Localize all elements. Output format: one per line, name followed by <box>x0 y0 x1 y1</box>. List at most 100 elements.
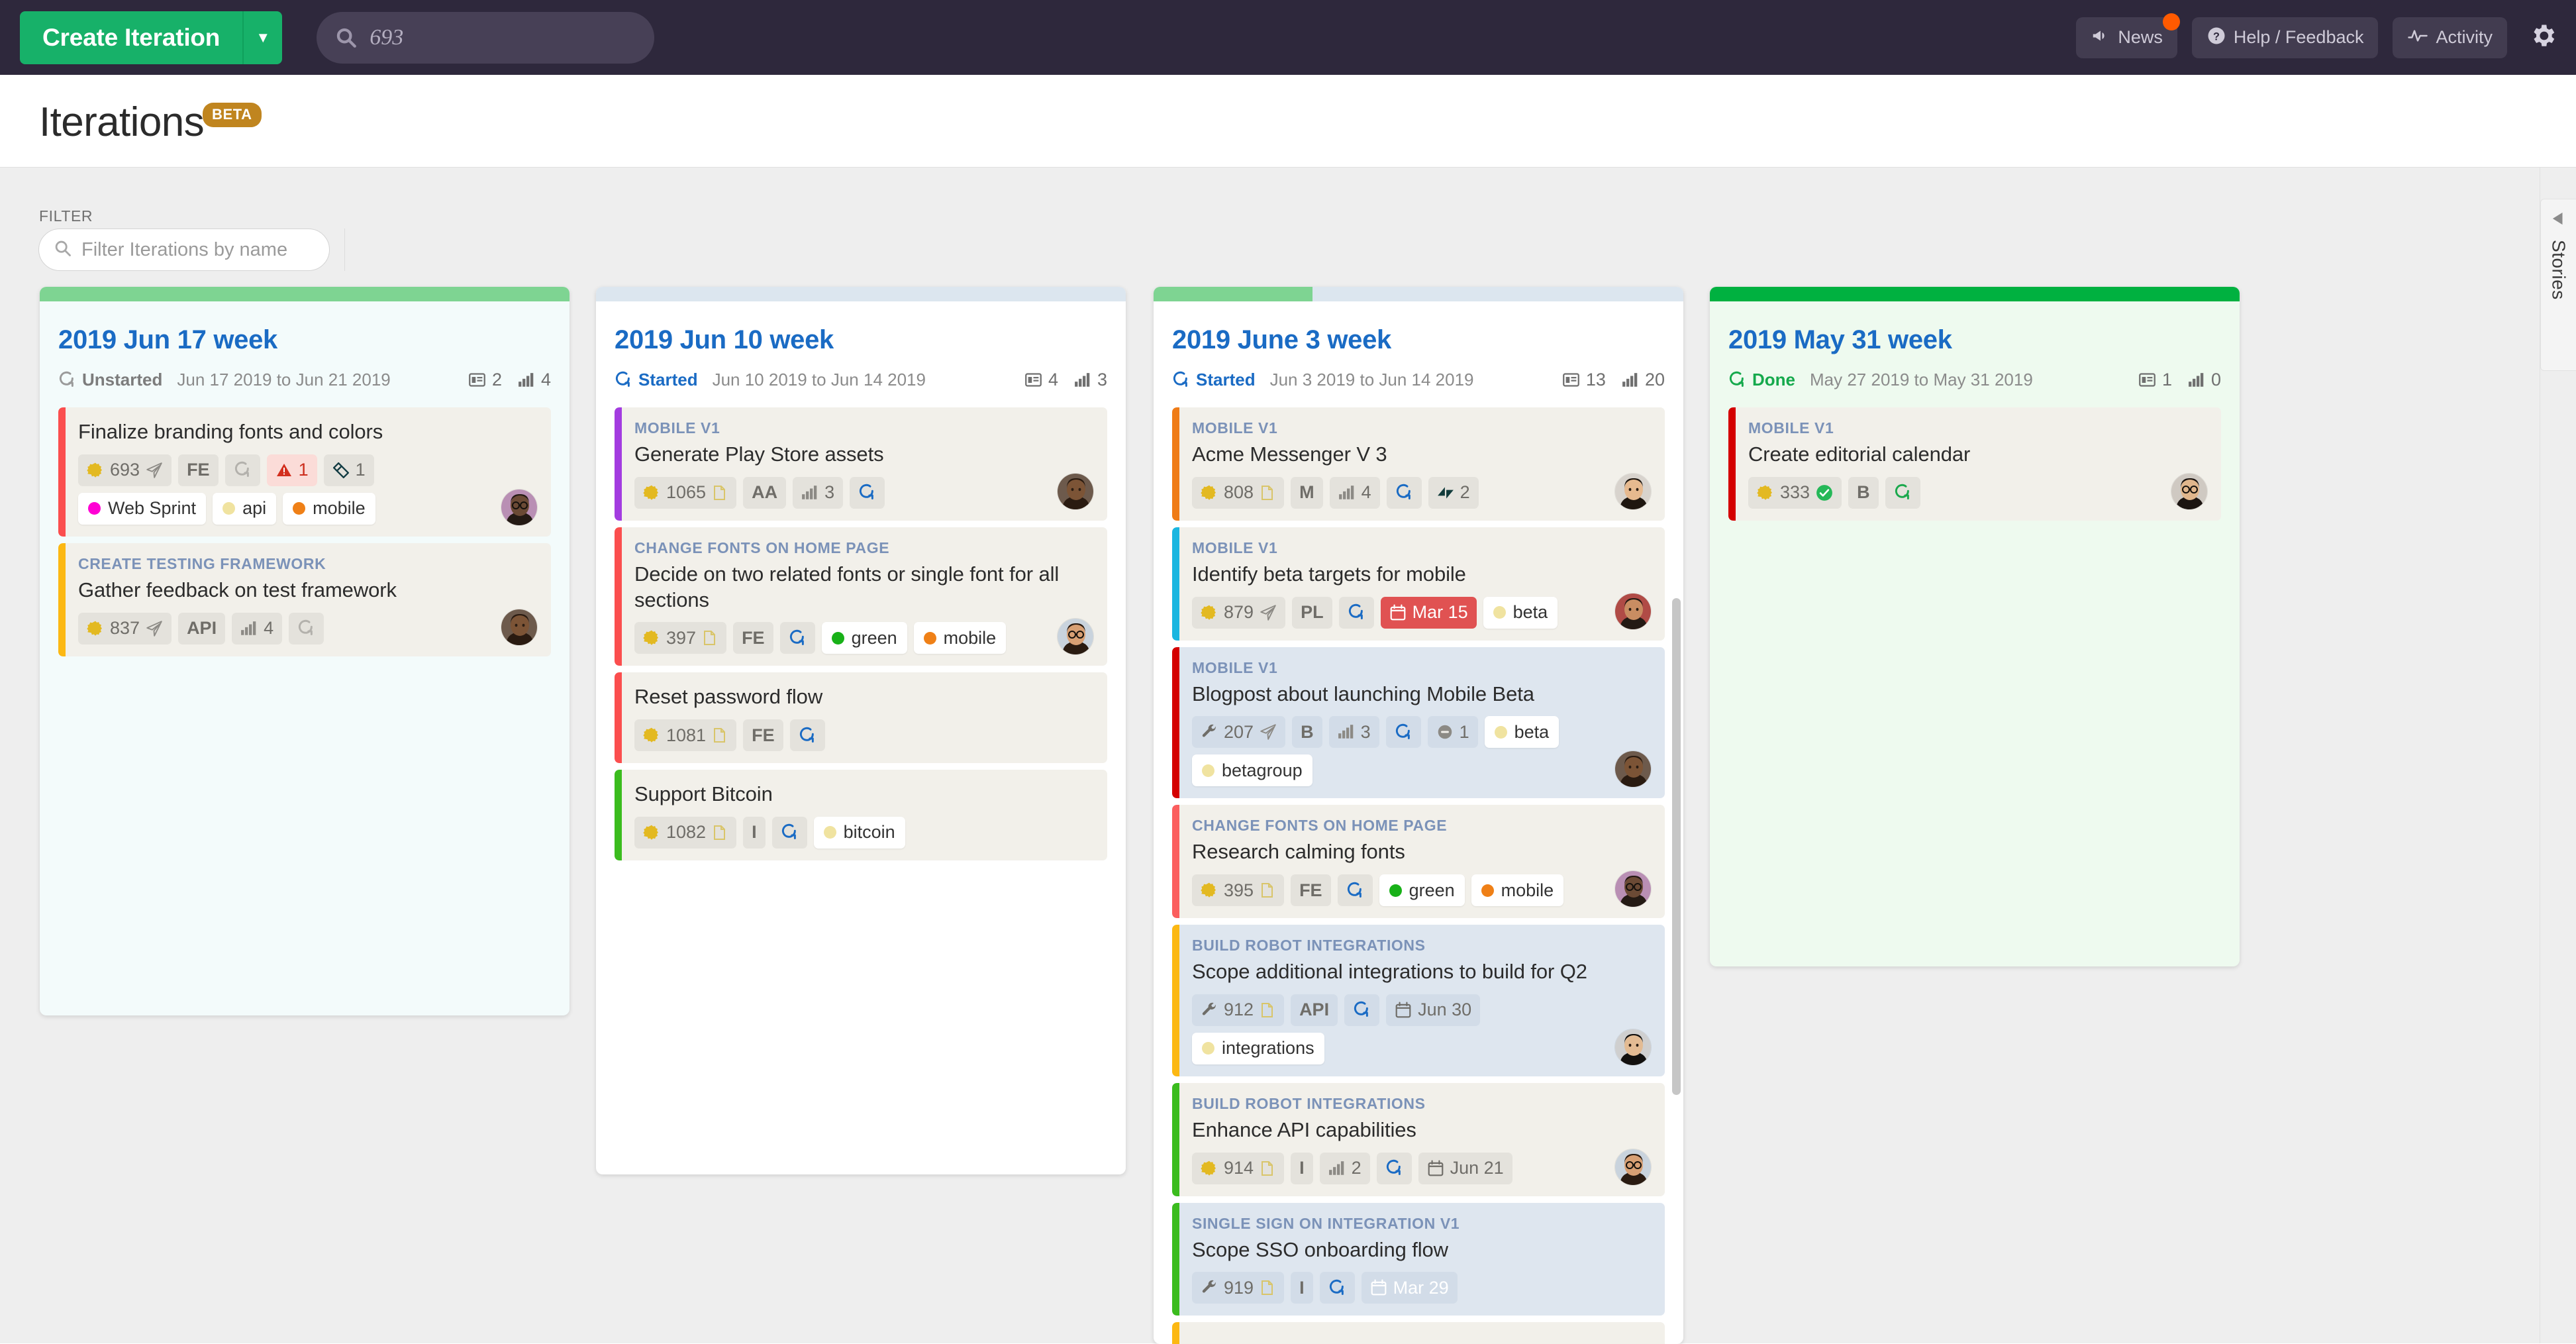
story-card[interactable]: MOBILE V1 Identify beta targets for mobil… <box>1172 527 1665 641</box>
attachment-chip[interactable]: 1 <box>323 454 374 486</box>
label-chip[interactable]: mobile <box>913 622 1007 654</box>
story-card[interactable]: Finalize branding fonts and colors 693 FE 1… <box>58 407 551 537</box>
story-id-chip[interactable]: 1082 <box>634 816 737 849</box>
news-button[interactable]: News <box>2076 13 2180 58</box>
avatar[interactable] <box>1614 592 1652 630</box>
story-card[interactable]: Reset password flow 1081 FE <box>615 672 1107 763</box>
story-card[interactable]: MOBILE V1 Create editorial calendar 333 B <box>1728 407 2221 521</box>
activity-button[interactable]: Activity <box>2393 17 2507 58</box>
iteration-title[interactable]: 2019 May 31 week <box>1728 325 2221 355</box>
iteration-chip[interactable] <box>789 719 825 751</box>
label-chip[interactable]: mobile <box>283 492 375 525</box>
overdue-date-chip[interactable]: Mar 29 <box>1361 1272 1458 1304</box>
story-type-chip[interactable]: I <box>1291 1152 1313 1184</box>
iteration-chip[interactable] <box>779 622 815 654</box>
estimate-chip[interactable]: 2 <box>1319 1152 1370 1184</box>
attachment-chip[interactable]: 2 <box>1428 476 1479 509</box>
story-card[interactable]: BUILD ROBOT INTEGRATIONS Enhance API capa… <box>1172 1082 1665 1196</box>
iteration-title[interactable]: 2019 Jun 17 week <box>58 325 551 355</box>
attachment-chip[interactable]: 1 <box>1427 716 1478 749</box>
avatar[interactable] <box>1057 618 1094 656</box>
story-id-chip[interactable]: 397 <box>634 622 727 654</box>
iteration-chip[interactable] <box>1885 476 1920 509</box>
story-card[interactable]: CHANGE FONTS ON HOME PAGE Decide on two r… <box>615 527 1107 666</box>
story-type-chip[interactable]: API <box>1291 994 1338 1026</box>
story-card[interactable]: CHANGE FONTS ON HOME PAGE Research calmin… <box>1172 805 1665 918</box>
iteration-chip[interactable] <box>771 816 807 849</box>
story-type-chip[interactable]: FE <box>743 719 783 751</box>
estimate-chip[interactable]: 3 <box>793 476 844 509</box>
story-card[interactable]: CREATE TESTING FRAMEWORK Gather feedback … <box>58 543 551 656</box>
filter-iterations-input[interactable]: Filter Iterations by name <box>38 229 330 271</box>
story-epic-label[interactable]: MOBILE V1 <box>1192 419 1649 437</box>
story-id-chip[interactable]: 693 <box>78 454 172 486</box>
avatar[interactable] <box>1614 750 1652 788</box>
create-iteration-button-group[interactable]: Create Iteration ▼ <box>20 11 283 64</box>
column-scrollbar[interactable] <box>1672 598 1681 1095</box>
settings-button[interactable] <box>2528 21 2557 54</box>
iteration-chip[interactable] <box>850 476 885 509</box>
iteration-chip[interactable] <box>1386 476 1422 509</box>
story-id-chip[interactable]: 912 <box>1192 994 1285 1026</box>
global-search-field[interactable]: 693 <box>317 11 655 64</box>
label-chip[interactable]: beta <box>1483 596 1558 629</box>
story-id-chip[interactable]: 837 <box>78 612 172 645</box>
label-chip[interactable]: Web Sprint <box>78 492 207 525</box>
label-chip[interactable]: green <box>1379 874 1465 906</box>
label-chip[interactable]: api <box>213 492 277 525</box>
avatar[interactable] <box>1614 1028 1652 1066</box>
iteration-chip[interactable] <box>289 612 324 645</box>
story-type-chip[interactable]: M <box>1291 476 1323 509</box>
story-id-chip[interactable]: 879 <box>1192 596 1286 629</box>
story-type-chip[interactable]: AA <box>743 476 787 509</box>
label-chip[interactable]: mobile <box>1471 874 1564 906</box>
story-id-chip[interactable]: 1081 <box>634 719 737 751</box>
story-card[interactable]: MOBILE V1 Generate Play Store assets 1065 A… <box>615 407 1107 521</box>
iteration-chip[interactable] <box>1376 1152 1412 1184</box>
due-date-chip[interactable]: Jun 30 <box>1386 994 1481 1026</box>
story-card[interactable]: MOBILE V1 Acme Messenger V 3 808 M 4 2 <box>1172 407 1665 521</box>
stories-panel-toggle[interactable]: Stories <box>2540 199 2576 371</box>
story-epic-label[interactable]: BUILD ROBOT INTEGRATIONS <box>1192 1095 1649 1113</box>
avatar[interactable] <box>1614 1148 1652 1186</box>
story-id-chip[interactable]: 1065 <box>634 476 737 509</box>
iteration-chip[interactable] <box>224 454 260 486</box>
chevron-down-icon[interactable]: ▼ <box>242 11 283 64</box>
avatar[interactable] <box>1614 472 1652 510</box>
iteration-chip[interactable] <box>1319 1272 1355 1304</box>
overdue-date-chip[interactable]: Mar 15 <box>1380 596 1477 629</box>
label-chip[interactable]: beta <box>1484 716 1560 749</box>
story-id-chip[interactable]: 808 <box>1192 476 1285 509</box>
story-type-chip[interactable]: FE <box>178 454 219 486</box>
help-feedback-button[interactable]: ? Help / Feedback <box>2191 17 2379 58</box>
iteration-chip[interactable] <box>1385 716 1421 749</box>
story-type-chip[interactable]: FE <box>1291 874 1331 906</box>
story-card[interactable] <box>1172 1322 1665 1344</box>
story-id-chip[interactable]: 914 <box>1192 1152 1285 1184</box>
story-epic-label[interactable]: BUILD ROBOT INTEGRATIONS <box>1192 937 1649 955</box>
story-card[interactable]: SINGLE SIGN ON INTEGRATION V1 Scope SSO o… <box>1172 1202 1665 1316</box>
label-chip[interactable]: betagroup <box>1192 754 1313 787</box>
story-type-chip[interactable]: I <box>1291 1272 1313 1304</box>
story-epic-label[interactable]: MOBILE V1 <box>1192 539 1649 557</box>
story-card[interactable]: Support Bitcoin 1082 Ibitcoin <box>615 770 1107 860</box>
label-chip[interactable]: green <box>821 622 907 654</box>
story-epic-label[interactable]: MOBILE V1 <box>1748 419 2205 437</box>
iteration-title[interactable]: 2019 Jun 10 week <box>615 325 1107 355</box>
story-id-chip[interactable]: 333 <box>1748 476 1842 509</box>
avatar[interactable] <box>1057 472 1094 510</box>
estimate-chip[interactable]: 3 <box>1328 716 1379 749</box>
story-id-chip[interactable]: 919 <box>1192 1272 1285 1304</box>
iteration-title[interactable]: 2019 June 3 week <box>1172 325 1665 355</box>
iteration-chip[interactable] <box>1337 874 1373 906</box>
avatar[interactable] <box>501 608 538 646</box>
story-type-chip[interactable]: B <box>1292 716 1322 749</box>
story-epic-label[interactable]: MOBILE V1 <box>634 419 1091 437</box>
story-type-chip[interactable]: FE <box>733 622 773 654</box>
story-id-chip[interactable]: 207 <box>1192 716 1286 749</box>
estimate-chip[interactable]: 4 <box>1329 476 1380 509</box>
avatar[interactable] <box>1614 870 1652 907</box>
story-epic-label[interactable]: SINGLE SIGN ON INTEGRATION V1 <box>1192 1215 1649 1233</box>
estimate-chip[interactable]: 4 <box>232 612 283 645</box>
label-chip[interactable]: integrations <box>1192 1032 1324 1064</box>
